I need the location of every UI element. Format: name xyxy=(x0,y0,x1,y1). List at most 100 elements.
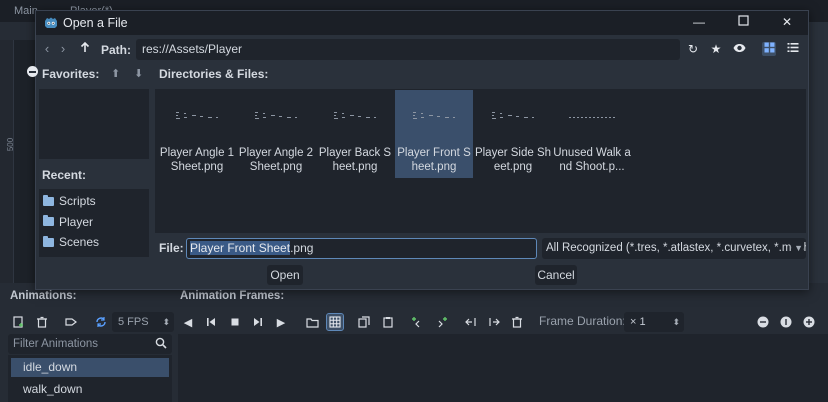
sprite-thumbnail-icon xyxy=(413,112,455,119)
play-from-start-icon[interactable]: ▶ xyxy=(273,314,289,330)
paste-frame-icon[interactable] xyxy=(380,314,396,330)
sprite-frames-panel: Animations: Animation Frames: ◀ ▶ 5 FPS … xyxy=(0,283,828,402)
move-frame-right-icon[interactable] xyxy=(486,314,502,330)
frame-duration-value: × 1 xyxy=(630,316,646,328)
cancel-button[interactable]: Cancel xyxy=(535,265,577,285)
refresh-icon[interactable]: ↻ xyxy=(686,42,700,56)
favorites-label: Favorites: xyxy=(42,67,100,81)
frame-duration-spinbox[interactable]: × 1 ⬍ xyxy=(624,312,684,332)
file-name: Player Front Sheet.png xyxy=(397,147,471,173)
vertical-ruler: 500 xyxy=(0,40,16,290)
open-file-dialog: Open a File — ✕ ‹ › Path: res://Assets/P… xyxy=(27,10,809,290)
file-item[interactable]: Player Back Sheet.png xyxy=(316,90,394,178)
animation-frames-area[interactable] xyxy=(178,334,828,402)
file-name-input[interactable]: Player Front Sheet.png xyxy=(186,238,537,259)
sprite-thumbnail-icon xyxy=(334,112,376,119)
rename-animation-icon[interactable] xyxy=(63,314,79,330)
folder-icon xyxy=(43,194,54,206)
file-grid: Player Angle 1 Sheet.png Player Angle 2 … xyxy=(155,89,806,233)
move-favorite-up-icon[interactable]: ⬆ xyxy=(111,67,120,80)
delete-frame-icon[interactable] xyxy=(509,314,525,330)
close-icon[interactable]: ✕ xyxy=(780,15,794,29)
copy-frame-icon[interactable] xyxy=(356,314,372,330)
insert-frame-before-icon[interactable] xyxy=(410,314,426,330)
recent-item-player[interactable]: Player xyxy=(39,212,149,233)
file-name-extension-text: .png xyxy=(290,241,314,255)
dialog-titlebar: Open a File — ✕ xyxy=(36,11,808,35)
dialog-navbar: ‹ › Path: res://Assets/Player ↻ ★ xyxy=(36,37,808,61)
add-animation-icon[interactable] xyxy=(11,314,27,330)
file-name: Player Angle 2 Sheet.png xyxy=(238,147,314,173)
spinner-arrows-icon[interactable]: ⬍ xyxy=(162,312,170,332)
file-item[interactable]: Player Side Sheet.png xyxy=(474,90,552,178)
forward-icon[interactable]: › xyxy=(56,40,70,58)
animations-label: Animations: xyxy=(10,290,77,302)
spinner-arrows-icon[interactable]: ⬍ xyxy=(672,312,680,332)
recent-item-label: Scripts xyxy=(59,194,96,208)
folder-icon xyxy=(43,235,54,247)
list-view-icon[interactable] xyxy=(786,42,800,56)
file-name: Player Angle 1 Sheet.png xyxy=(159,147,235,173)
play-forward-icon[interactable] xyxy=(250,314,266,330)
open-folder-icon[interactable] xyxy=(304,314,320,330)
remove-favorite-icon[interactable] xyxy=(27,66,38,77)
favorites-list[interactable] xyxy=(39,89,149,159)
recent-item-scripts[interactable]: Scripts xyxy=(39,191,149,212)
file-type-filter-select[interactable]: All Recognized (*.tres, *.atlastex, *.cu… xyxy=(542,238,806,259)
list-item[interactable]: idle_down xyxy=(11,358,169,377)
animation-list: idle_down walk_down xyxy=(8,355,172,402)
search-icon xyxy=(155,337,167,349)
editor-window: Main Player(*) 500 Animations: Animation… xyxy=(0,0,828,402)
loop-icon[interactable] xyxy=(93,314,109,330)
recent-item-scenes[interactable]: Scenes xyxy=(39,232,149,253)
sprite-thumbnail-icon xyxy=(569,117,615,118)
go-up-icon[interactable] xyxy=(78,40,92,58)
insert-frame-after-icon[interactable] xyxy=(433,314,449,330)
filter-placeholder: Filter Animations xyxy=(13,338,99,350)
file-label: File: xyxy=(159,241,184,255)
toggle-hidden-icon[interactable] xyxy=(732,42,746,56)
path-label: Path: xyxy=(101,43,131,57)
godot-logo-icon xyxy=(45,17,57,28)
play-backwards-icon[interactable] xyxy=(203,314,219,330)
move-favorite-down-icon[interactable]: ⬇ xyxy=(134,67,143,80)
list-item[interactable]: walk_down xyxy=(11,380,169,399)
chevron-down-icon: ▼ xyxy=(792,238,803,259)
back-icon[interactable]: ‹ xyxy=(40,40,54,58)
favorite-star-icon[interactable]: ★ xyxy=(709,42,723,56)
frame-duration-label: Frame Duration: xyxy=(539,314,626,328)
open-button[interactable]: Open xyxy=(267,265,303,285)
file-name: Player Back Sheet.png xyxy=(318,147,392,173)
dialog-title: Open a File xyxy=(63,16,128,30)
sprite-thumbnail-icon xyxy=(255,112,297,119)
maximize-icon[interactable] xyxy=(736,15,750,29)
file-item-selected[interactable]: Player Front Sheet.png xyxy=(395,90,473,178)
animation-frames-label: Animation Frames: xyxy=(180,290,285,302)
zoom-out-icon[interactable] xyxy=(755,314,771,330)
fps-spinbox[interactable]: 5 FPS ⬍ xyxy=(112,312,174,332)
delete-animation-icon[interactable] xyxy=(34,314,50,330)
fps-value: 5 FPS xyxy=(118,316,149,328)
recent-list: Scripts Player Scenes xyxy=(39,189,149,257)
recent-label: Recent: xyxy=(42,168,87,182)
grid-icon[interactable] xyxy=(326,313,344,331)
stop-icon[interactable] xyxy=(227,314,243,330)
thumbnail-view-icon[interactable] xyxy=(762,42,776,56)
path-input[interactable]: res://Assets/Player xyxy=(136,39,680,60)
zoom-reset-icon[interactable] xyxy=(778,314,794,330)
filter-animations-input[interactable]: Filter Animations xyxy=(8,334,172,354)
play-backwards-from-end-icon[interactable]: ◀ xyxy=(180,314,196,330)
zoom-in-icon[interactable] xyxy=(801,314,817,330)
sprite-thumbnail-icon xyxy=(492,112,534,119)
ruler-label: 500 xyxy=(6,137,16,152)
folder-icon xyxy=(43,215,54,227)
file-item[interactable]: Player Angle 1 Sheet.png xyxy=(158,90,236,178)
move-frame-left-icon[interactable] xyxy=(463,314,479,330)
file-name: Unused Walk and Shoot.p... xyxy=(553,147,631,173)
sprite-thumbnail-icon xyxy=(176,112,218,119)
minimize-icon[interactable]: — xyxy=(692,15,706,29)
file-item[interactable]: Player Angle 2 Sheet.png xyxy=(237,90,315,178)
file-name-selected-text: Player Front Sheet xyxy=(190,241,291,255)
file-item[interactable]: Unused Walk and Shoot.p... xyxy=(553,90,631,178)
directories-files-label: Directories & Files: xyxy=(159,67,269,81)
